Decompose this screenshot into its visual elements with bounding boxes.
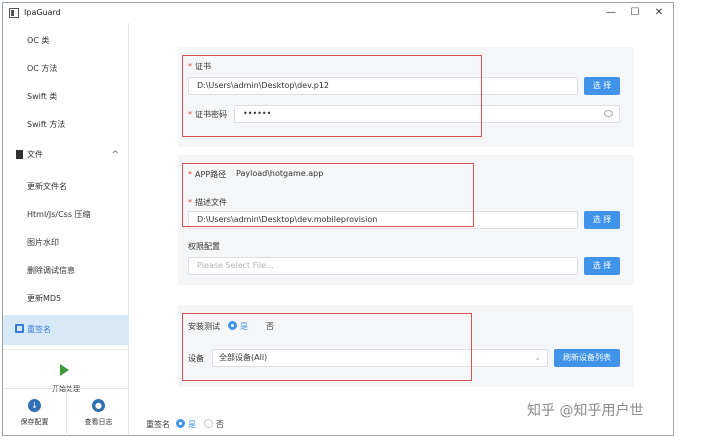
eye-icon[interactable] xyxy=(604,110,613,117)
resign-label: 重签名 xyxy=(146,420,170,429)
file-icon xyxy=(16,150,23,159)
chevron-down-icon: ⌄ xyxy=(534,353,541,362)
highlight-box-provision xyxy=(182,163,474,227)
view-log-button[interactable]: ● 查看日志 xyxy=(66,389,129,436)
resign-no-label[interactable]: 否 xyxy=(216,419,224,430)
sidebar-item-resign[interactable]: 重签名 xyxy=(3,315,129,345)
sidebar-item-rename-files[interactable]: 更新文件名 xyxy=(3,173,129,201)
title-bar: IpaGuard — ☐ ✕ xyxy=(3,3,673,23)
main-content: * 证书 D:\Users\admin\Desktop\dev.p12 选 择 *… xyxy=(130,23,673,435)
highlight-box-certificate xyxy=(182,55,482,137)
entitlements-input[interactable]: Please Select File... xyxy=(188,257,578,275)
eye-icon: ● xyxy=(92,399,105,412)
download-icon: ↓ xyxy=(28,399,41,412)
app-window: IpaGuard — ☐ ✕ OC 类 OC 方法 Swift 类 Swift … xyxy=(2,2,674,436)
resign-yes-radio[interactable] xyxy=(176,419,185,428)
app-icon xyxy=(9,8,19,18)
minimize-button[interactable]: — xyxy=(601,6,621,20)
sidebar-item-label: 重签名 xyxy=(27,325,51,334)
resign-yes-label[interactable]: 是 xyxy=(188,419,196,430)
refresh-devices-button[interactable]: 刷新设备列表 xyxy=(554,349,620,367)
watermark-text: 知乎 @知乎用户世 xyxy=(527,403,644,419)
sidebar-bottom-actions: ↓ 保存配置 ● 查看日志 xyxy=(3,388,129,436)
sidebar-item-oc-method[interactable]: OC 方法 xyxy=(3,55,129,83)
sidebar-item-update-md5[interactable]: 更新MD5 xyxy=(3,285,129,313)
maximize-button[interactable]: ☐ xyxy=(625,6,645,20)
sidebar-group-label: 文件 xyxy=(27,150,43,159)
view-log-label: 查看日志 xyxy=(84,418,113,426)
highlight-box-install xyxy=(182,313,472,381)
resign-no-radio[interactable] xyxy=(204,419,213,428)
sidebar-item-swift-method[interactable]: Swift 方法 xyxy=(3,111,129,139)
sidebar-item-remove-debug[interactable]: 删除调试信息 xyxy=(3,257,129,285)
profile-select-button[interactable]: 选 择 xyxy=(584,211,620,229)
play-icon xyxy=(60,364,69,376)
save-config-label: 保存配置 xyxy=(20,418,49,426)
close-button[interactable]: ✕ xyxy=(649,6,669,20)
sidebar-item-swift-class[interactable]: Swift 类 xyxy=(3,83,129,111)
chevron-up-icon: ^ xyxy=(111,150,119,160)
cert-select-button[interactable]: 选 择 xyxy=(584,77,620,95)
entitlements-select-button[interactable]: 选 择 xyxy=(584,257,620,275)
sidebar-item-oc-class[interactable]: OC 类 xyxy=(3,27,129,55)
sidebar: OC 类 OC 方法 Swift 类 Swift 方法 文件 ^ 更新文件名 H… xyxy=(3,23,129,436)
sidebar-group-file[interactable]: 文件 ^ xyxy=(3,141,129,169)
entitlements-label: 权限配置 xyxy=(188,242,220,251)
save-config-button[interactable]: ↓ 保存配置 xyxy=(3,389,66,436)
resign-icon xyxy=(15,324,24,333)
window-title: IpaGuard xyxy=(24,8,61,17)
sidebar-item-image-watermark[interactable]: 图片水印 xyxy=(3,229,129,257)
sidebar-item-compress[interactable]: Html/Js/Css 压缩 xyxy=(3,201,129,229)
